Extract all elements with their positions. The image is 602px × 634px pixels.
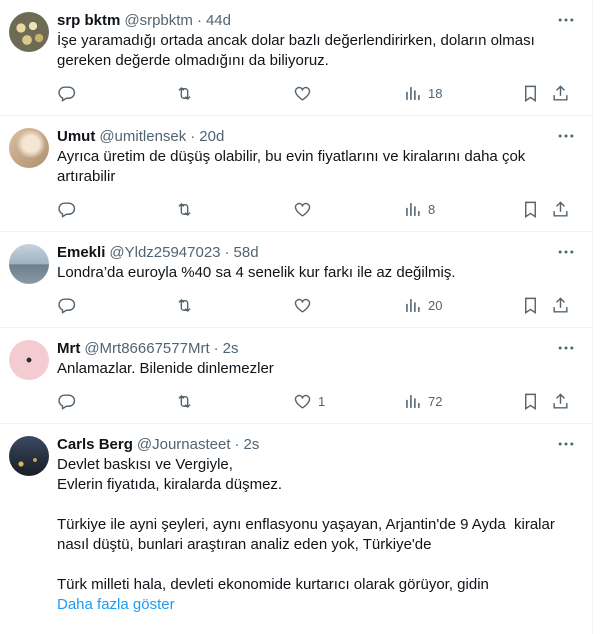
share-button[interactable] bbox=[551, 200, 571, 219]
action-bar: 18 bbox=[57, 83, 576, 103]
share-button[interactable] bbox=[551, 84, 571, 103]
tweet-text: Ayrıca üretim de düşüş olabilir, bu evin… bbox=[57, 148, 530, 185]
retweet-button[interactable] bbox=[175, 296, 293, 315]
retweet-icon bbox=[178, 86, 191, 100]
views-icon bbox=[406, 394, 420, 408]
retweet-icon bbox=[178, 202, 191, 216]
tweet-text: Londra’da euroyla %40 sa 4 senelik kur f… bbox=[57, 264, 456, 281]
more-icon[interactable] bbox=[556, 434, 576, 454]
share-button[interactable] bbox=[551, 392, 571, 411]
share-icon bbox=[553, 200, 568, 217]
views-count: 18 bbox=[428, 85, 443, 101]
separator-dot: · bbox=[213, 340, 219, 357]
timestamp[interactable]: 2s bbox=[223, 339, 239, 359]
views-count: 8 bbox=[428, 201, 436, 217]
avatar[interactable] bbox=[9, 340, 49, 380]
heart-icon bbox=[294, 202, 311, 217]
more-icon[interactable] bbox=[556, 338, 576, 358]
retweet-button[interactable] bbox=[175, 200, 293, 219]
bookmark-icon bbox=[525, 393, 536, 410]
avatar[interactable] bbox=[9, 244, 49, 284]
reply-button[interactable] bbox=[57, 392, 175, 411]
retweet-icon bbox=[178, 394, 191, 408]
reply-button[interactable] bbox=[57, 200, 175, 219]
tweet[interactable]: Carls Berg @Journasteet · 2s Devlet bask… bbox=[0, 424, 592, 615]
avatar[interactable] bbox=[9, 436, 49, 476]
views-count: 20 bbox=[428, 297, 443, 313]
author-name[interactable]: srp bktm bbox=[57, 11, 120, 31]
bookmark-icon bbox=[525, 297, 536, 314]
more-icon[interactable] bbox=[556, 126, 576, 146]
reply-icon bbox=[58, 85, 76, 102]
tweet[interactable]: Emekli @Yldz25947023 · 58d Londra’da eur… bbox=[0, 232, 592, 328]
views-icon bbox=[406, 86, 420, 100]
views-icon bbox=[406, 202, 420, 216]
tweet[interactable]: Mrt @Mrt86667577Mrt · 2s Anlamazlar. Bil… bbox=[0, 328, 592, 424]
bookmark-button[interactable] bbox=[521, 200, 551, 219]
tweet[interactable]: Umut @umitlensek · 20d Ayrıca üretim de … bbox=[0, 116, 592, 232]
more-icon[interactable] bbox=[556, 242, 576, 262]
views-icon bbox=[406, 298, 420, 312]
like-button[interactable] bbox=[293, 200, 403, 219]
author-handle[interactable]: @Journasteet bbox=[137, 435, 231, 455]
views-count: 72 bbox=[428, 393, 443, 409]
author-handle[interactable]: @Mrt86667577Mrt bbox=[84, 339, 209, 359]
show-more-link[interactable]: Daha fazla göster bbox=[57, 595, 576, 615]
author-handle[interactable]: @Yldz25947023 bbox=[109, 243, 220, 263]
retweet-icon bbox=[178, 298, 191, 312]
tweet[interactable]: srp bktm @srpbktm · 44d İşe yaramadığı o… bbox=[0, 0, 592, 116]
bookmark-button[interactable] bbox=[521, 84, 551, 103]
heart-icon bbox=[294, 298, 311, 313]
share-icon bbox=[553, 392, 568, 409]
retweet-button[interactable] bbox=[175, 84, 293, 103]
bookmark-button[interactable] bbox=[521, 392, 551, 411]
tweet-text: Devlet baskısı ve Vergiyle, Evlerin fiya… bbox=[57, 456, 555, 593]
timestamp[interactable]: 58d bbox=[234, 243, 259, 263]
reply-button[interactable] bbox=[57, 84, 175, 103]
separator-dot: · bbox=[196, 12, 202, 29]
action-bar: 8 bbox=[57, 199, 576, 219]
author-handle[interactable]: @srpbktm bbox=[124, 11, 193, 31]
reply-feed: srp bktm @srpbktm · 44d İşe yaramadığı o… bbox=[0, 0, 593, 634]
separator-dot: · bbox=[234, 436, 240, 453]
reply-button[interactable] bbox=[57, 296, 175, 315]
like-button[interactable]: 1 bbox=[293, 392, 403, 411]
heart-icon bbox=[294, 394, 311, 409]
timestamp[interactable]: 2s bbox=[244, 435, 260, 455]
timestamp[interactable]: 44d bbox=[206, 11, 231, 31]
views-button[interactable]: 20 bbox=[403, 296, 521, 315]
share-button[interactable] bbox=[551, 296, 571, 315]
reply-icon bbox=[58, 393, 76, 410]
like-button[interactable] bbox=[293, 84, 403, 103]
views-button[interactable]: 18 bbox=[403, 84, 521, 103]
author-name[interactable]: Mrt bbox=[57, 339, 80, 359]
avatar[interactable] bbox=[9, 12, 49, 52]
views-button[interactable]: 72 bbox=[403, 392, 521, 411]
tweet-text: İşe yaramadığı ortada ancak dolar bazlı … bbox=[57, 32, 539, 69]
like-button[interactable] bbox=[293, 296, 403, 315]
author-name[interactable]: Carls Berg bbox=[57, 435, 133, 455]
likes-count: 1 bbox=[318, 393, 326, 409]
separator-dot: · bbox=[224, 244, 230, 261]
reply-icon bbox=[58, 201, 76, 218]
share-icon bbox=[553, 84, 568, 101]
avatar[interactable] bbox=[9, 128, 49, 168]
author-name[interactable]: Emekli bbox=[57, 243, 105, 263]
author-name[interactable]: Umut bbox=[57, 127, 95, 147]
action-bar: 1 72 bbox=[57, 391, 576, 411]
retweet-button[interactable] bbox=[175, 392, 293, 411]
timestamp[interactable]: 20d bbox=[199, 127, 224, 147]
share-icon bbox=[553, 296, 568, 313]
author-handle[interactable]: @umitlensek bbox=[99, 127, 186, 147]
bookmark-icon bbox=[525, 85, 536, 102]
bookmark-button[interactable] bbox=[521, 296, 551, 315]
views-button[interactable]: 8 bbox=[403, 200, 521, 219]
tweet-text: Anlamazlar. Bilenide dinlemezler bbox=[57, 360, 274, 377]
separator-dot: · bbox=[190, 128, 196, 145]
bookmark-icon bbox=[525, 201, 536, 218]
more-icon[interactable] bbox=[556, 10, 576, 30]
heart-icon bbox=[294, 86, 311, 101]
reply-icon bbox=[58, 297, 76, 314]
action-bar: 20 bbox=[57, 295, 576, 315]
